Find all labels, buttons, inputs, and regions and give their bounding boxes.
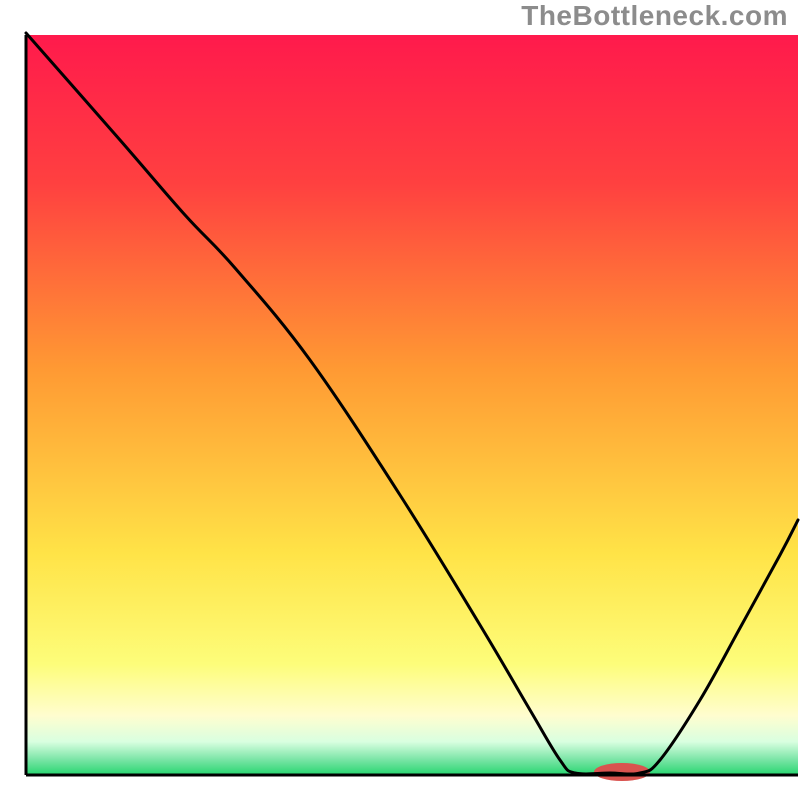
chart-container: TheBottleneck.com — [0, 0, 800, 800]
bottleneck-chart — [0, 0, 800, 800]
watermark-text: TheBottleneck.com — [521, 0, 788, 32]
gradient-background — [26, 35, 798, 775]
